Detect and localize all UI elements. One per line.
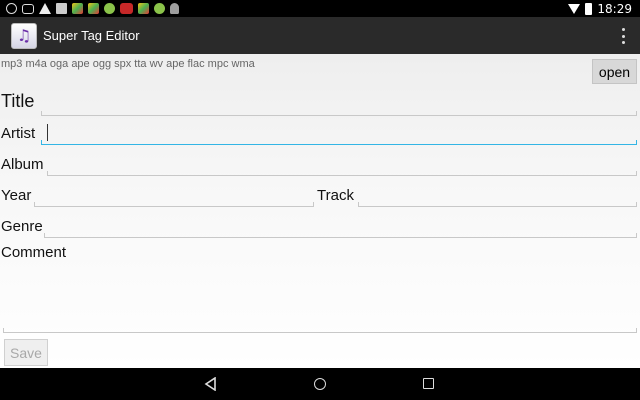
save-button[interactable]: Save [4, 339, 48, 366]
back-icon[interactable] [204, 377, 218, 391]
genre-label: Genre [1, 218, 43, 235]
artist-label: Artist [1, 125, 36, 142]
game-icon [120, 3, 133, 14]
clock: 18:29 [597, 1, 632, 16]
app-icon [88, 3, 99, 14]
open-button[interactable]: open [592, 59, 637, 84]
image-icon [56, 3, 67, 14]
circle-icon [6, 3, 17, 14]
android-icon [170, 3, 179, 14]
app-icon [104, 3, 115, 14]
warning-icon [39, 3, 51, 14]
track-label: Track [317, 187, 354, 204]
comment-field[interactable] [3, 268, 637, 333]
home-icon[interactable] [314, 378, 326, 390]
album-field[interactable] [47, 154, 637, 176]
overflow-menu-icon[interactable] [622, 28, 626, 44]
cloud-icon [22, 3, 34, 14]
album-label: Album [1, 156, 44, 173]
text-cursor [47, 124, 48, 141]
recents-icon[interactable] [423, 378, 434, 389]
year-field[interactable] [34, 185, 314, 207]
music-note-icon[interactable]: ♫ [11, 23, 37, 49]
title-label: Title [1, 91, 35, 111]
status-bar: 18:29 [0, 0, 640, 17]
artist-field[interactable] [41, 122, 637, 145]
wifi-icon [568, 3, 581, 14]
genre-field[interactable] [44, 216, 637, 238]
year-label: Year [1, 187, 32, 204]
tag-editor-form: mp3 m4a oga ape ogg spx tta wv ape flac … [0, 54, 640, 368]
system-status: 18:29 [568, 1, 632, 16]
app-icon [138, 3, 149, 14]
battery-icon [585, 2, 593, 15]
action-bar: ♫ Super Tag Editor [0, 17, 640, 54]
title-field[interactable] [41, 94, 637, 116]
app-title: Super Tag Editor [43, 28, 140, 43]
notification-icons [6, 2, 179, 15]
track-field[interactable] [358, 185, 637, 207]
supported-formats-text: mp3 m4a oga ape ogg spx tta wv ape flac … [1, 58, 255, 70]
app-icon [72, 3, 83, 14]
navigation-bar [0, 368, 640, 400]
comment-label: Comment [1, 244, 67, 261]
app-icon [154, 3, 165, 14]
